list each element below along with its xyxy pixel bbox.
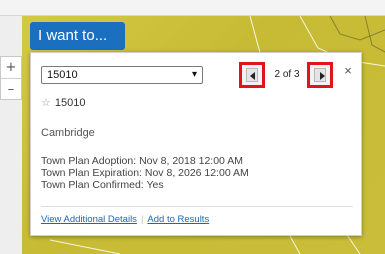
link-separator: | <box>140 214 144 225</box>
view-additional-details-link[interactable]: View Additional Details <box>41 214 137 225</box>
zoom-in-button[interactable]: + <box>1 57 21 78</box>
feature-title-row: ☆ 15010 <box>41 95 85 111</box>
feature-pager: 2 of 3 <box>239 62 353 88</box>
feature-attributes: Town Plan Adoption: Nov 8, 2018 12:00 AM… <box>41 155 249 191</box>
town-plan-confirmed: Town Plan Confirmed: Yes <box>41 179 164 191</box>
feature-select-value: 15010 <box>47 69 78 81</box>
left-panel-edge <box>0 16 22 254</box>
town-plan-expiration: Town Plan Expiration: Nov 8, 2026 12:00 … <box>41 167 249 179</box>
previous-arrow-icon <box>246 68 258 82</box>
zoom-out-button[interactable]: – <box>1 78 21 99</box>
feature-select[interactable]: 15010 ▾ <box>41 66 203 84</box>
zoom-control: + – <box>0 56 22 100</box>
divider <box>41 206 353 207</box>
page-indicator: 2 of 3 <box>274 69 300 80</box>
star-icon[interactable]: ☆ <box>41 96 51 109</box>
next-feature-button[interactable] <box>307 62 333 88</box>
top-toolbar <box>0 0 385 16</box>
close-button[interactable]: × <box>341 63 355 79</box>
feature-info-popup: 15010 ▾ 2 of 3 × ☆ 15010 Cambridge Town P… <box>30 52 362 236</box>
i-want-to-button[interactable]: I want to... <box>30 22 125 50</box>
chevron-down-icon: ▾ <box>191 69 197 80</box>
previous-feature-button[interactable] <box>239 62 265 88</box>
next-arrow-icon <box>314 68 326 82</box>
town-name: Cambridge <box>41 127 95 139</box>
town-plan-adoption: Town Plan Adoption: Nov 8, 2018 12:00 AM <box>41 155 243 167</box>
popup-links: View Additional Details | Add to Results <box>41 214 209 225</box>
add-to-results-link[interactable]: Add to Results <box>147 214 209 225</box>
feature-title: 15010 <box>54 97 86 109</box>
